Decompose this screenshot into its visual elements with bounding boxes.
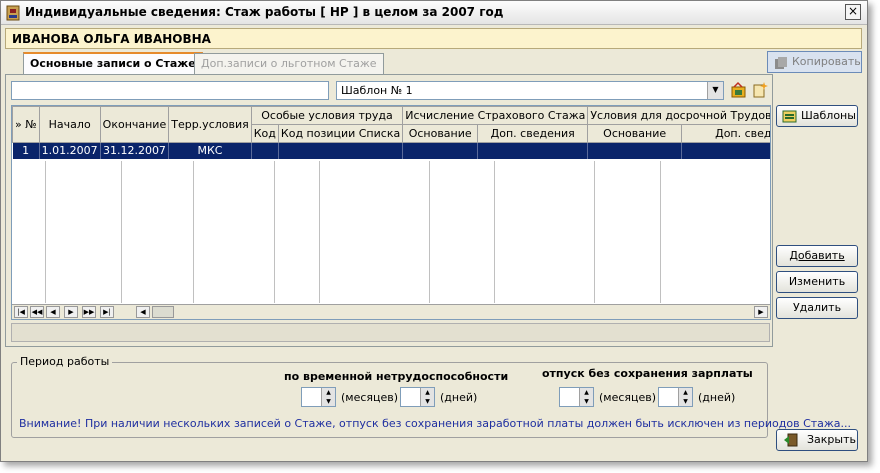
- sub-header-code[interactable]: Код: [250, 124, 279, 143]
- sub-header-extra[interactable]: Доп. сведения: [477, 124, 589, 143]
- records-table: » № Начало Окончание Терр.условия Особые…: [12, 106, 770, 159]
- grid-status-bar: [11, 323, 770, 342]
- records-grid[interactable]: » № Начало Окончание Терр.условия Особые…: [11, 105, 771, 320]
- add-button-label: Добавить: [789, 249, 845, 262]
- group-header-early-pension: Условия для досрочной Трудовой пенсии: [587, 106, 770, 125]
- sick-days-unit: (дней): [440, 391, 478, 404]
- cell-extra-2: [681, 142, 770, 159]
- col-header-num[interactable]: » №: [12, 106, 40, 143]
- sick-months-stepper[interactable]: ▲ ▼: [301, 387, 336, 407]
- scroll-right-icon[interactable]: ▶: [754, 306, 768, 318]
- work-period-legend: Период работы: [17, 355, 113, 368]
- chevron-down-icon[interactable]: ▼: [321, 397, 335, 406]
- cell-start: 1.01.2007: [39, 142, 101, 159]
- copy-icon: [775, 57, 787, 69]
- add-button[interactable]: Добавить: [776, 245, 858, 267]
- templates-button[interactable]: Шаблоны: [776, 105, 858, 127]
- copy-button[interactable]: Копировать: [767, 51, 862, 73]
- sub-header-basis[interactable]: Основание: [402, 124, 479, 143]
- col-header-terr[interactable]: Терр.условия: [168, 106, 252, 143]
- template-select-value: Шаблон № 1: [341, 84, 413, 97]
- sub-header-list-code[interactable]: Код позиции Списка: [277, 124, 404, 143]
- cell-extra: [477, 142, 589, 159]
- col-header-start[interactable]: Начало: [38, 106, 101, 143]
- tab-main-records[interactable]: Основные записи о Стаже: [23, 52, 203, 75]
- filter-field[interactable]: [11, 81, 329, 100]
- sub-header-extra-2[interactable]: Доп. сведения: [680, 124, 770, 143]
- templates-icon: [782, 110, 797, 123]
- last-record-icon[interactable]: ▶|: [100, 306, 114, 318]
- sick-months-unit: (месяцев): [341, 391, 399, 404]
- prev-record-icon[interactable]: ◀: [46, 306, 60, 318]
- chevron-up-icon[interactable]: ▲: [579, 388, 593, 397]
- chevron-down-icon[interactable]: ▼: [579, 397, 593, 406]
- templates-button-label: Шаблоны: [801, 109, 856, 122]
- first-record-icon[interactable]: |◀: [14, 306, 28, 318]
- cell-terr: МКС: [168, 142, 252, 159]
- grid-empty-area: [12, 161, 770, 303]
- group-header-special-conditions: Особые условия труда: [250, 106, 404, 125]
- sub-header-basis-2[interactable]: Основание: [587, 124, 682, 143]
- close-button[interactable]: Закрыть: [776, 429, 858, 451]
- template-select[interactable]: Шаблон № 1 ▼: [336, 81, 724, 100]
- save-template-icon[interactable]: [730, 81, 748, 99]
- close-button-label: Закрыть: [807, 433, 856, 446]
- title-bar[interactable]: Индивидуальные сведения: Стаж работы [ Н…: [1, 1, 867, 25]
- chevron-down-icon[interactable]: ▼: [707, 82, 723, 99]
- chevron-down-icon[interactable]: ▼: [678, 397, 692, 406]
- cell-code: [251, 142, 279, 159]
- edit-button[interactable]: Изменить: [776, 271, 858, 293]
- cell-basis: [402, 142, 479, 159]
- unpaid-leave-label: отпуск без сохранения зарплаты: [542, 367, 753, 380]
- chevron-up-icon[interactable]: ▲: [321, 388, 335, 397]
- delete-button[interactable]: Удалить: [776, 297, 858, 319]
- edit-button-label: Изменить: [788, 275, 846, 288]
- next-record-icon[interactable]: ▶: [64, 306, 78, 318]
- close-icon[interactable]: ×: [845, 4, 861, 20]
- cell-end: 31.12.2007: [100, 142, 170, 159]
- copy-button-label: Копировать: [792, 55, 861, 68]
- next-page-icon[interactable]: ▶▶: [82, 306, 96, 318]
- unpaid-days-stepper[interactable]: ▲ ▼: [658, 387, 693, 407]
- dialog-window: Индивидуальные сведения: Стаж работы [ Н…: [0, 0, 868, 462]
- horizontal-scrollbar[interactable]: |◀ ◀◀ ◀ ▶ ▶▶ ▶| ◀ ▶: [12, 304, 770, 319]
- chevron-up-icon[interactable]: ▲: [678, 388, 692, 397]
- person-name-banner: ИВАНОВА ОЛЬГА ИВАНОВНА: [5, 28, 862, 49]
- chevron-up-icon[interactable]: ▲: [420, 388, 434, 397]
- scroll-left-icon[interactable]: ◀: [136, 306, 150, 318]
- unpaid-days-unit: (дней): [698, 391, 736, 404]
- cell-num: 1: [12, 142, 40, 159]
- unpaid-months-unit: (месяцев): [599, 391, 657, 404]
- warning-message: Внимание! При наличии нескольких записей…: [19, 417, 852, 430]
- chevron-down-icon[interactable]: ▼: [420, 397, 434, 406]
- delete-button-label: Удалить: [792, 301, 842, 314]
- unpaid-months-stepper[interactable]: ▲ ▼: [559, 387, 594, 407]
- col-header-end[interactable]: Окончание: [99, 106, 170, 143]
- prev-page-icon[interactable]: ◀◀: [30, 306, 44, 318]
- tab-extra-records[interactable]: Доп.записи о льготном Стаже: [194, 53, 384, 74]
- table-row[interactable]: 1 1.01.2007 31.12.2007 МКС: [12, 142, 770, 159]
- exit-door-icon: [784, 433, 798, 447]
- group-header-insurance: Исчисление Страхового Стажа: [402, 106, 589, 125]
- scroll-thumb[interactable]: [152, 306, 174, 318]
- cell-basis-2: [587, 142, 682, 159]
- window-title: Индивидуальные сведения: Стаж работы [ Н…: [25, 5, 504, 19]
- new-template-icon[interactable]: [751, 81, 769, 99]
- cell-list-code: [278, 142, 404, 159]
- sick-leave-label: по временной нетрудоспособности: [284, 370, 509, 383]
- sick-days-stepper[interactable]: ▲ ▼: [400, 387, 435, 407]
- app-icon: [6, 5, 20, 21]
